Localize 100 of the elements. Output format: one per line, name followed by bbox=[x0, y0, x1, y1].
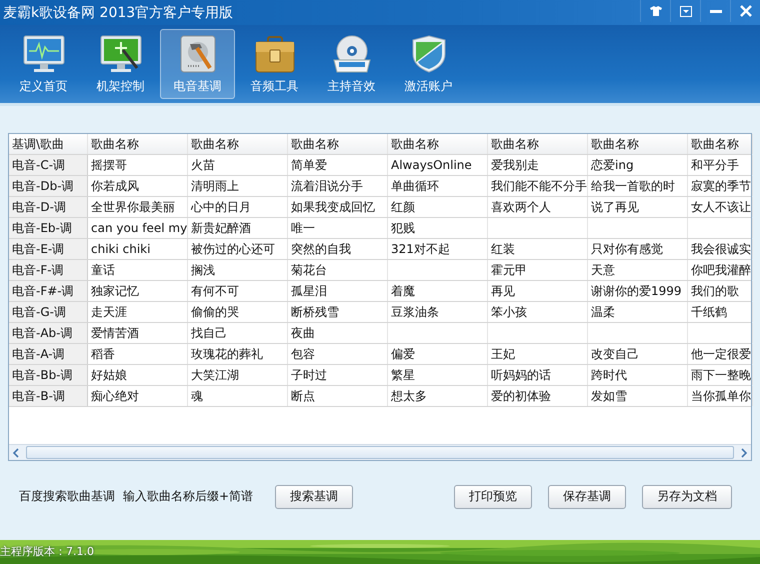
toolbar-tab[interactable]: 电音基调 bbox=[160, 29, 235, 99]
shirt-icon bbox=[650, 6, 662, 16]
toolbar-tab[interactable]: 定义首页 bbox=[6, 29, 81, 99]
table-cell: 霍元甲 bbox=[488, 260, 588, 280]
table-cell: 我们的歌 bbox=[688, 281, 753, 301]
table-cell: 唯一 bbox=[288, 218, 388, 238]
table-cell: 我们能不能不分手 bbox=[488, 176, 588, 196]
minimize-icon bbox=[710, 10, 722, 12]
table-cell: 笨小孩 bbox=[488, 302, 588, 322]
row-header: 电音-Bb-调 bbox=[9, 365, 88, 385]
table-cell: 红装 bbox=[488, 239, 588, 259]
table-cell: 跨时代 bbox=[588, 365, 688, 385]
row-header: 电音-F-调 bbox=[9, 260, 88, 280]
close-icon bbox=[740, 5, 752, 17]
table-cell: 摇摆哥 bbox=[88, 155, 188, 175]
search-hint: 输入歌曲名称后缀+简谱 bbox=[123, 488, 254, 505]
window-title: 麦霸k歌设备网 2013官方客户专用版 bbox=[2, 4, 234, 22]
table-cell: 温柔 bbox=[588, 302, 688, 322]
column-header: 歌曲名称 bbox=[688, 134, 753, 154]
table-cell: 发如雪 bbox=[588, 386, 688, 406]
row-header: 电音-Eb-调 bbox=[9, 218, 88, 238]
table-cell: 痴心绝对 bbox=[88, 386, 188, 406]
table-cell: 只对你有感觉 bbox=[588, 239, 688, 259]
table-cell: can you feel my bbox=[88, 218, 188, 238]
table-cell: 女人不该让 bbox=[688, 197, 753, 217]
table-cell: 寂寞的季节 bbox=[688, 176, 753, 196]
table-cell: 玫瑰花的葬礼 bbox=[188, 344, 288, 364]
row-header: 电音-C-调 bbox=[9, 155, 88, 175]
table-cell: 清明雨上 bbox=[188, 176, 288, 196]
table-cell: 他一定很爱 bbox=[688, 344, 753, 364]
dropdown-icon bbox=[680, 6, 692, 16]
search-button[interactable]: 搜索基调 bbox=[275, 484, 354, 508]
table-cell: 听妈妈的话 bbox=[488, 365, 588, 385]
table-cell: chiki chiki bbox=[88, 239, 188, 259]
table-cell: 菊花台 bbox=[288, 260, 388, 280]
table-cell: 偏爱 bbox=[388, 344, 488, 364]
monitor-icon bbox=[98, 34, 142, 74]
table-cell: 着魔 bbox=[388, 281, 488, 301]
table-cell: 犯贱 bbox=[388, 218, 488, 238]
table-cell: 雨下一整晚 bbox=[688, 365, 753, 385]
action-button[interactable]: 打印预览 bbox=[454, 484, 532, 508]
table-cell: 千纸鹤 bbox=[688, 302, 753, 322]
table-cell: 当你孤单你 bbox=[688, 386, 753, 406]
search-label: 百度搜索歌曲基调 bbox=[19, 488, 115, 505]
table-cell: 说了再见 bbox=[588, 197, 688, 217]
table-cell: 断点 bbox=[288, 386, 388, 406]
table-cell: 爱情苦酒 bbox=[88, 323, 188, 343]
table-cell: 搁浅 bbox=[188, 260, 288, 280]
table-cell: 走天涯 bbox=[88, 302, 188, 322]
table-cell: 爱的初体验 bbox=[488, 386, 588, 406]
toolbar-tab[interactable]: 激活账户 bbox=[391, 29, 466, 99]
horizontal-scrollbar[interactable] bbox=[9, 444, 751, 460]
table-cell: 夜曲 bbox=[288, 323, 388, 343]
column-header: 歌曲名称 bbox=[588, 134, 688, 154]
table-cell: 断桥残雪 bbox=[288, 302, 388, 322]
table-cell: 单曲循环 bbox=[388, 176, 488, 196]
row-header: 电音-B-调 bbox=[9, 386, 88, 406]
table-cell: 新贵妃醉酒 bbox=[188, 218, 288, 238]
toolbar-tab[interactable]: 音频工具 bbox=[237, 29, 312, 99]
column-header: 歌曲名称 bbox=[488, 134, 588, 154]
table-cell: 如果我变成回忆 bbox=[288, 197, 388, 217]
row-header: 电音-D-调 bbox=[9, 197, 88, 217]
column-header: 基调\歌曲 bbox=[9, 134, 88, 154]
table-cell: 和平分手 bbox=[688, 155, 753, 175]
column-header: 歌曲名称 bbox=[288, 134, 388, 154]
table-cell: 天意 bbox=[588, 260, 688, 280]
toolbar-tab[interactable]: 主持音效 bbox=[314, 29, 389, 99]
table-cell: 找自己 bbox=[188, 323, 288, 343]
row-header: 电音-F#-调 bbox=[9, 281, 88, 301]
row-header: 电音-A-调 bbox=[9, 344, 88, 364]
table-cell: 王妃 bbox=[488, 344, 588, 364]
table-cell: 喜欢两个人 bbox=[488, 197, 588, 217]
table-cell: 火苗 bbox=[188, 155, 288, 175]
monitor-icon bbox=[22, 34, 66, 74]
row-header: 电音-E-调 bbox=[9, 239, 88, 259]
table-cell: 321对不起 bbox=[388, 239, 488, 259]
table-cell: 包容 bbox=[288, 344, 388, 364]
action-button[interactable]: 保存基调 bbox=[548, 484, 626, 508]
table-cell: 你若成风 bbox=[88, 176, 188, 196]
column-header: 歌曲名称 bbox=[88, 134, 188, 154]
table-cell: 繁星 bbox=[388, 365, 488, 385]
table-cell: 再见 bbox=[488, 281, 588, 301]
table-cell: 简单爱 bbox=[288, 155, 388, 175]
table-cell: 好姑娘 bbox=[88, 365, 188, 385]
column-header: 歌曲名称 bbox=[388, 134, 488, 154]
column-header: 歌曲名称 bbox=[188, 134, 288, 154]
table-cell: 改变自己 bbox=[588, 344, 688, 364]
action-button[interactable]: 另存为文档 bbox=[642, 484, 732, 508]
table-cell: 你吧我灌醉 bbox=[688, 260, 753, 280]
table-cell: 有何不可 bbox=[188, 281, 288, 301]
table-cell: 恋爱ing bbox=[588, 155, 688, 175]
table-cell: AlwaysOnline bbox=[388, 155, 488, 175]
row-header: 电音-Db-调 bbox=[9, 176, 88, 196]
table-cell: 谢谢你的爱1999 bbox=[588, 281, 688, 301]
table-cell: 我会很诚实 bbox=[688, 239, 753, 259]
table-cell: 突然的自我 bbox=[288, 239, 388, 259]
table-cell: 童话 bbox=[88, 260, 188, 280]
table-cell: 给我一首歌的时 bbox=[588, 176, 688, 196]
table-cell: 红颜 bbox=[388, 197, 488, 217]
toolbar-tab[interactable]: 机架控制 bbox=[83, 29, 158, 99]
